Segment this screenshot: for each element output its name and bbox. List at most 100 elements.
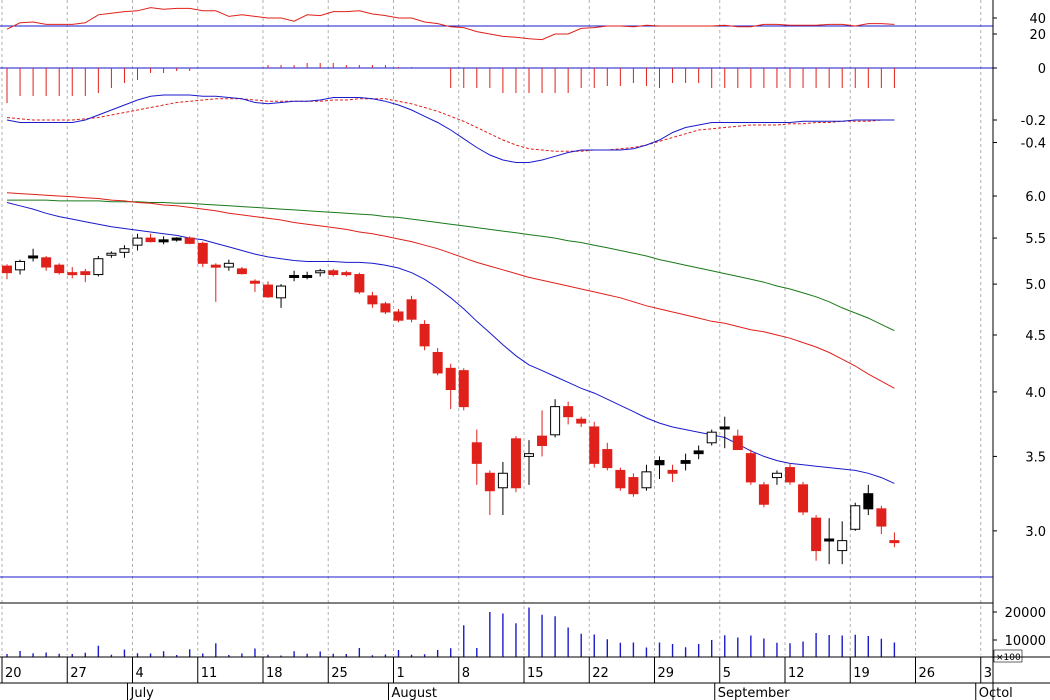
macd-line (6, 94, 895, 163)
candle (210, 263, 221, 302)
x-tick-label: 3 (984, 666, 992, 681)
candle-body (302, 274, 313, 278)
candle (771, 470, 782, 485)
candle (563, 401, 574, 425)
candle-body (811, 517, 822, 552)
candle (249, 279, 260, 292)
price-panel (2, 192, 900, 565)
candle-body (563, 406, 574, 418)
candle (850, 502, 861, 531)
candle-body (458, 370, 469, 408)
month-label: August (392, 686, 438, 700)
candle (824, 518, 835, 565)
candle (145, 233, 156, 243)
y-tick-label: 3.5 (1025, 450, 1046, 465)
candle-body (354, 274, 365, 293)
rsi-panel (0, 7, 993, 41)
candle-body (680, 460, 691, 464)
chart-frame (0, 0, 1050, 700)
y-tick-label: 6.0 (1025, 190, 1046, 205)
candle-body (315, 270, 326, 274)
candle-body (771, 472, 782, 479)
candle-body (171, 237, 182, 241)
candle (380, 301, 391, 315)
candle (223, 259, 234, 271)
candle-body (80, 271, 91, 276)
candle-body (576, 418, 587, 424)
candle-body (223, 262, 234, 268)
x-tick-label: 26 (919, 666, 936, 681)
candle-body (41, 257, 52, 268)
x-tick-label: 20 (5, 666, 22, 681)
candle (589, 421, 600, 468)
month-label: Octol (979, 686, 1013, 700)
candle-body (719, 426, 730, 430)
candle (80, 268, 91, 283)
candle-body (119, 248, 130, 253)
candle-body (745, 453, 756, 483)
candle-body (445, 367, 456, 390)
candle (837, 521, 848, 565)
candle-body (824, 538, 835, 542)
candle (863, 484, 874, 516)
candle-body (158, 239, 169, 243)
x-tick-label: 25 (331, 666, 348, 681)
candle (719, 416, 730, 449)
candle-body (889, 540, 900, 544)
candle-body (380, 303, 391, 313)
candle (680, 453, 691, 471)
candle (811, 515, 822, 561)
candle-body (341, 272, 352, 276)
month-label: July (130, 686, 155, 700)
candle-body (510, 438, 521, 489)
candle (693, 445, 704, 460)
candle-body (419, 323, 430, 347)
candle-body (367, 295, 378, 305)
candle-body (276, 285, 287, 299)
candle-body (641, 471, 652, 489)
candle-body (850, 505, 861, 530)
y-tick-label: -0.4 (1021, 137, 1046, 152)
candle-body (550, 406, 561, 436)
moving-average-mid-line (6, 192, 895, 389)
candle (132, 233, 143, 251)
rsi-line (6, 7, 895, 41)
candle-body (876, 508, 887, 527)
candle-body (2, 265, 12, 274)
candle (106, 251, 117, 258)
candle (419, 320, 430, 351)
candle-body (210, 264, 221, 268)
candle-body (484, 472, 495, 492)
grid-lines (1, 0, 982, 655)
candle (341, 270, 352, 277)
candle-body (67, 272, 78, 276)
candle (302, 271, 313, 280)
y-tick-label: 4.0 (1025, 386, 1046, 401)
candle-body (837, 540, 848, 552)
candle-body (471, 442, 482, 464)
x-tick-label: 27 (70, 666, 87, 681)
candle (276, 284, 287, 308)
y-tick-label: 5.0 (1025, 278, 1046, 293)
candle (497, 461, 508, 516)
x-tick-label: 4 (136, 666, 144, 681)
x-tick-label: 15 (527, 666, 544, 681)
x-tick-label: 11 (201, 666, 218, 681)
y-tick-label: 10000 (1005, 634, 1046, 649)
candle-body (249, 280, 260, 284)
candle (263, 281, 273, 298)
candle (289, 270, 300, 282)
x-tick-label: 8 (462, 666, 470, 681)
candle-body (106, 252, 117, 256)
candle (510, 436, 521, 493)
candle (889, 532, 900, 548)
candle-body (54, 264, 65, 274)
y-tick-label: 20000 (1005, 606, 1046, 621)
candle (654, 456, 665, 480)
candle-body (798, 484, 809, 513)
y-tick-label: 40 (1029, 12, 1046, 27)
candle (785, 463, 795, 485)
candle (732, 429, 743, 451)
x-tick-label: 18 (266, 666, 283, 681)
x-tick-label: 5 (723, 666, 731, 681)
